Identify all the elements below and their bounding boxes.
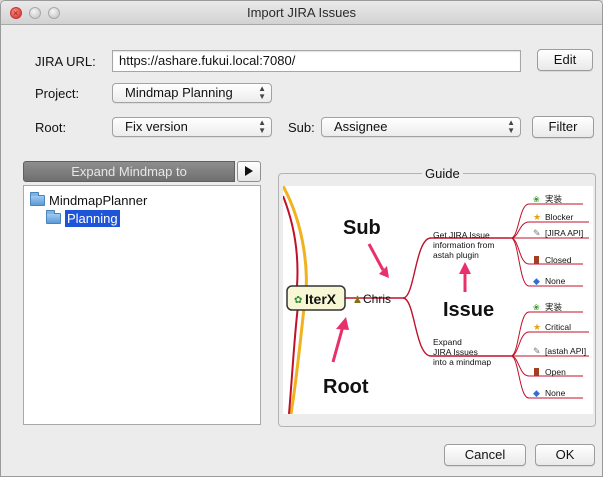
guide-iterx-label: IterX	[305, 291, 337, 307]
guide-get-info-line-3: astah plugin	[433, 250, 479, 260]
guide-get-info-line-2: information from	[433, 240, 494, 250]
guide-expand-line-2: JIRA Issues	[433, 347, 478, 357]
project-select-value: Mindmap Planning	[125, 85, 233, 100]
svg-text:❀: ❀	[533, 195, 540, 204]
svg-text:❀: ❀	[533, 303, 540, 312]
root-select[interactable]: Fix version ▲ ▼	[112, 117, 272, 137]
expand-button[interactable]	[237, 161, 261, 182]
svg-text:◆: ◆	[533, 388, 540, 398]
guide-tag-top-3: Closed	[545, 255, 572, 265]
guide-tag-top-4: None	[545, 276, 566, 286]
guide-tag-top-0: 実装	[545, 194, 563, 204]
svg-text:✎: ✎	[533, 346, 541, 356]
guide-tag-top-1: Blocker	[545, 212, 574, 222]
select-arrows-icon: ▲ ▼	[258, 84, 266, 101]
import-jira-dialog: × Import JIRA Issues JIRA URL: https://a…	[0, 0, 603, 477]
tree-node-label: Planning	[65, 210, 120, 227]
guide-expand-line-3: into a mindmap	[433, 357, 491, 367]
select-arrows-icon: ▲ ▼	[258, 118, 266, 135]
guide-tag-bottom-1: Critical	[545, 322, 571, 332]
guide-legend: Guide	[422, 166, 463, 181]
guide-mindmap-diagram: ✿ IterX ♟ Chris Sub Issue Root Get JIRA …	[283, 186, 589, 414]
jira-url-label: JIRA URL:	[35, 54, 96, 69]
jira-url-field[interactable]: https://ashare.fukui.local:7080/	[112, 50, 521, 72]
project-select[interactable]: Mindmap Planning ▲ ▼	[112, 83, 272, 103]
project-label: Project:	[35, 86, 80, 101]
svg-text:★: ★	[533, 212, 541, 222]
expand-mindmap-bar[interactable]: Expand Mindmap to	[23, 161, 235, 182]
sub-label: Sub:	[288, 120, 315, 135]
title-bar: × Import JIRA Issues	[1, 1, 602, 25]
guide-expand-line-1: Expand	[433, 337, 462, 347]
mindmap-tree[interactable]: MindmapPlanner Planning	[23, 185, 261, 425]
guide-get-info-line-1: Get JIRA Issue	[433, 230, 490, 240]
select-arrows-icon: ▲ ▼	[507, 118, 515, 135]
guide-sub-label: Sub	[343, 217, 381, 239]
folder-icon	[30, 192, 45, 206]
guide-tag-bottom-2: [astah API]	[545, 346, 586, 356]
guide-illustration: ✿ IterX ♟ Chris Sub Issue Root Get JIRA …	[283, 186, 593, 414]
svg-text:◆: ◆	[533, 276, 540, 286]
sub-select[interactable]: Assignee ▲ ▼	[321, 117, 521, 137]
guide-tag-bottom-0: 実装	[545, 302, 563, 312]
root-label: Root:	[35, 120, 67, 135]
play-icon	[245, 166, 253, 176]
guide-chris-label: Chris	[363, 292, 391, 306]
svg-text:✿: ✿	[294, 295, 302, 306]
guide-issue-label: Issue	[443, 299, 494, 321]
tree-node-label: MindmapPlanner	[49, 193, 148, 208]
guide-tag-top-2: [JIRA API]	[545, 228, 583, 238]
filter-button[interactable]: Filter	[532, 116, 594, 138]
guide-tag-bottom-4: None	[545, 388, 566, 398]
window-title: Import JIRA Issues	[246, 5, 357, 20]
svg-text:✎: ✎	[533, 228, 541, 238]
cancel-button[interactable]: Cancel	[444, 444, 526, 466]
svg-text:★: ★	[533, 322, 541, 332]
sub-select-value: Assignee	[334, 119, 388, 134]
guide-tag-bottom-3: Open	[545, 367, 566, 377]
ok-button[interactable]: OK	[535, 444, 595, 466]
guide-root-label: Root	[323, 376, 369, 398]
root-select-value: Fix version	[125, 119, 188, 134]
edit-button[interactable]: Edit	[537, 49, 593, 71]
folder-icon	[46, 210, 61, 224]
svg-text:♟: ♟	[353, 295, 362, 306]
